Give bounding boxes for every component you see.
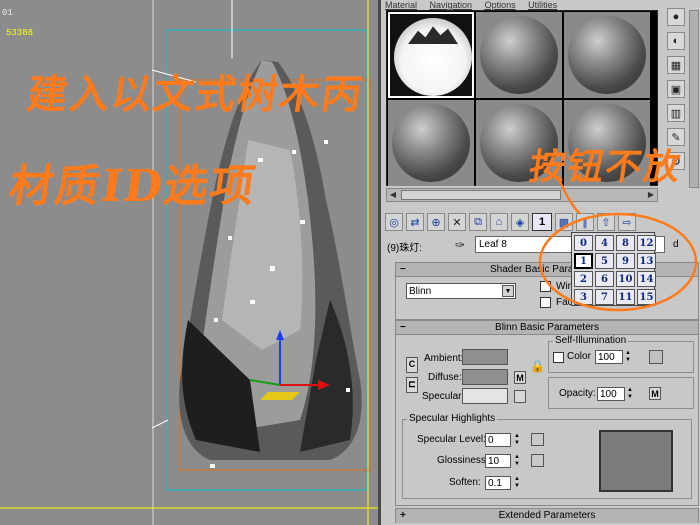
make-unique-icon[interactable]: ⌂ [490, 213, 508, 231]
self-illumination-title: Self-Illumination [553, 335, 629, 346]
viewport-label: 01 [2, 8, 13, 18]
self-illum-color-checkbox[interactable] [553, 352, 564, 363]
video-color-check-icon[interactable]: ▥ [667, 104, 685, 122]
sample-sphere-icon [480, 16, 558, 94]
extended-parameters-rollout: + Extended Parameters [395, 508, 699, 523]
specular-label: Specular: [422, 391, 465, 402]
annotation-line-2: 材质ID选项 [5, 161, 260, 212]
sample-slot-4[interactable] [388, 100, 474, 186]
opacity-spinner[interactable]: ▲ ▼ [626, 387, 634, 401]
material-name-label: (9)珠灯: [387, 243, 422, 254]
soften-field[interactable]: 0.1 [485, 476, 511, 490]
lock-icon[interactable]: 🔒 [530, 359, 545, 373]
dropdown-arrow-icon: ▼ [502, 285, 514, 297]
ambient-label: Ambient: [424, 353, 464, 364]
specular-level-label: Specular Level: [417, 434, 486, 445]
lock-diffuse-specular-button[interactable]: ⊏ [406, 377, 418, 393]
specular-level-field[interactable]: 0 [485, 433, 511, 447]
lock-ambient-diffuse-button[interactable]: C [406, 357, 418, 373]
diffuse-map-button[interactable]: M [514, 371, 526, 384]
specular-level-map-button[interactable] [531, 433, 544, 446]
reset-map-icon[interactable]: ✕ [448, 213, 466, 231]
opacity-group: Opacity: 100 ▲ ▼ M [548, 377, 694, 409]
polygon-count: 53388 [6, 28, 34, 38]
menu-options[interactable]: Options [485, 0, 516, 10]
specular-highlights-title: Specular Highlights [407, 413, 498, 424]
specular-map-button[interactable] [514, 390, 526, 403]
diffuse-label: Diffuse: [428, 372, 462, 383]
blinn-basic-rollout: − Blinn Basic Parameters C ⊏ Ambient: Dif… [395, 320, 699, 506]
copy-material-icon[interactable]: ⧉ [469, 213, 487, 231]
scroll-left-icon[interactable]: ◀ [387, 189, 399, 201]
sample-sphere-icon [394, 18, 472, 96]
specular-color-swatch[interactable] [462, 388, 508, 404]
pick-material-icon[interactable]: ✑ [455, 238, 465, 252]
specular-level-spinner[interactable]: ▲ ▼ [513, 433, 521, 447]
self-illum-color-label: Color [567, 351, 591, 362]
specular-highlights-group: Specular Highlights Specular Level: 0 ▲ ▼… [402, 413, 692, 499]
self-illumination-group: Self-Illumination Color 100 ▲ ▼ [548, 335, 694, 373]
sample-sphere-icon [568, 16, 646, 94]
sample-slot-1[interactable] [388, 12, 474, 98]
glossiness-label: Glossiness: [437, 455, 489, 466]
checker-background-icon[interactable]: ▦ [667, 56, 685, 74]
ambient-color-swatch[interactable] [462, 349, 508, 365]
viewport[interactable]: 01 53388 建入以文式树木丙 材质ID选项 [0, 0, 378, 525]
menu-material[interactable]: Material [385, 0, 417, 10]
blinn-basic-header[interactable]: − Blinn Basic Parameters [396, 321, 698, 335]
sample-slot-2[interactable] [476, 12, 562, 98]
annotation-line-1: 建入以文式树木丙 [24, 71, 367, 118]
opacity-label: Opacity: [559, 388, 596, 399]
highlight-curve-preview [599, 430, 673, 492]
menu-utilities[interactable]: Utilities [528, 0, 557, 10]
put-to-scene-icon[interactable]: ⇄ [406, 213, 424, 231]
uv-tiling-icon[interactable]: ▣ [667, 80, 685, 98]
glossiness-map-button[interactable] [531, 454, 544, 467]
opacity-map-button[interactable]: M [649, 387, 661, 400]
assign-to-selection-icon[interactable]: ⊕ [427, 213, 445, 231]
get-material-icon[interactable]: ◎ [385, 213, 403, 231]
annotation-hold-button: 按钮不放 [526, 146, 685, 188]
shader-type-select[interactable]: Blinn ▼ [406, 283, 516, 299]
self-illum-map-button[interactable] [649, 350, 663, 364]
extended-parameters-header[interactable]: + Extended Parameters [396, 509, 698, 523]
menu-bar: Material Navigation Options Utilities [385, 0, 685, 10]
diffuse-color-swatch[interactable] [462, 369, 508, 385]
sample-type-icon[interactable]: ● [667, 8, 685, 26]
sample-slot-3[interactable] [564, 12, 650, 98]
menu-navigation[interactable]: Navigation [430, 0, 473, 10]
glossiness-field[interactable]: 10 [485, 454, 511, 468]
backlight-icon[interactable]: ◐ [667, 32, 685, 50]
soften-spinner[interactable]: ▲ ▼ [513, 476, 521, 490]
glossiness-spinner[interactable]: ▲ ▼ [513, 454, 521, 468]
opacity-value-field[interactable]: 100 [597, 387, 625, 401]
soften-label: Soften: [449, 477, 481, 488]
self-illum-value-field[interactable]: 100 [595, 350, 623, 364]
self-illum-spinner[interactable]: ▲ ▼ [624, 350, 632, 364]
sample-sphere-icon [392, 104, 470, 182]
